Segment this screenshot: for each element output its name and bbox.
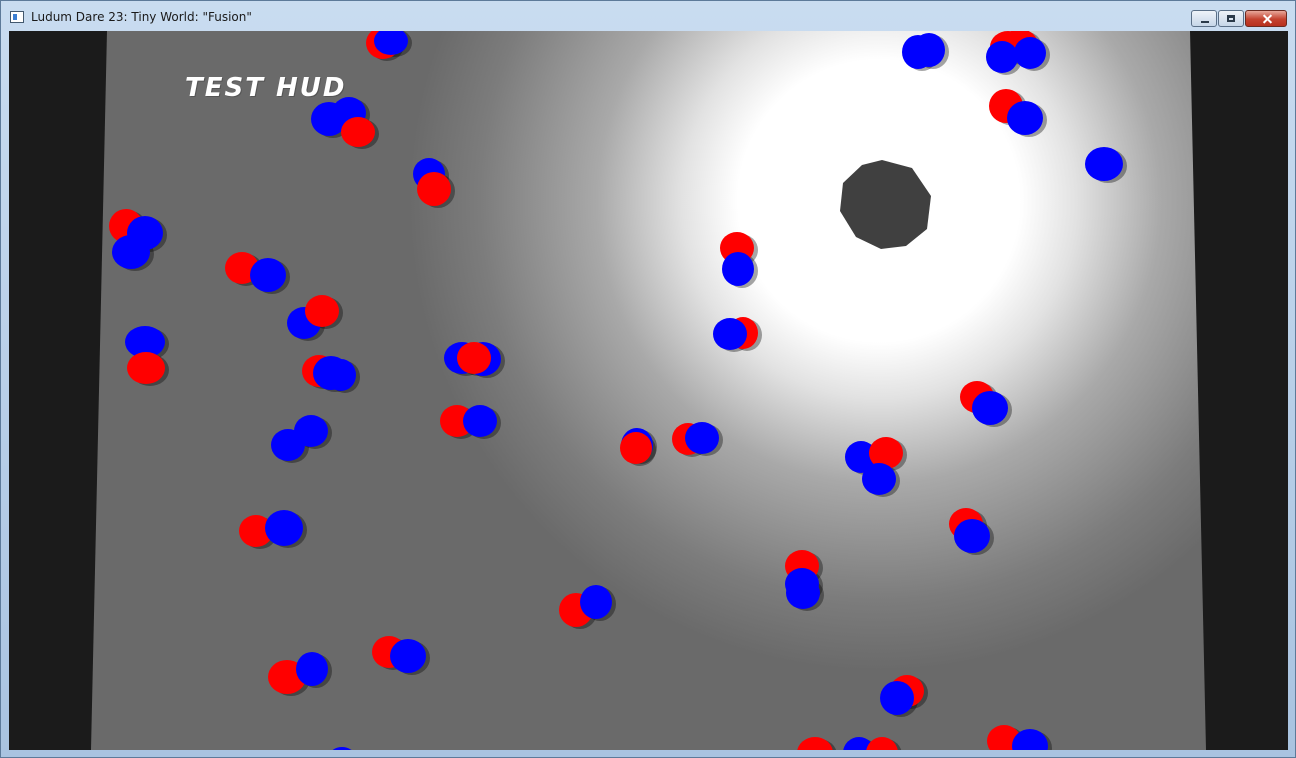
close-button[interactable] — [1245, 10, 1287, 27]
particle-blue — [1014, 37, 1046, 69]
window-controls — [1190, 10, 1287, 28]
particle-blue — [326, 359, 356, 391]
particle-blue — [1085, 147, 1123, 181]
window-title: Ludum Dare 23: Tiny World: "Fusion" — [31, 10, 252, 24]
maximize-button[interactable] — [1218, 10, 1244, 27]
particle-blue — [112, 235, 150, 269]
particle-red — [620, 432, 652, 464]
particle-blue — [580, 585, 612, 619]
particle-red — [417, 172, 451, 206]
particle-blue — [294, 415, 328, 447]
particle-blue — [880, 681, 914, 715]
particle-blue — [390, 639, 426, 673]
particle-red — [127, 352, 165, 384]
particle-blue — [722, 252, 754, 286]
title-bar[interactable]: Ludum Dare 23: Tiny World: "Fusion" — [1, 1, 1295, 31]
particle-blue — [972, 391, 1008, 425]
game-viewport[interactable]: TEST HUD — [9, 31, 1288, 750]
particle-blue — [250, 258, 286, 292]
particle-blue — [986, 41, 1018, 73]
floor-plane — [91, 31, 1206, 750]
particle-blue — [785, 568, 819, 600]
particle-blue — [296, 652, 328, 686]
game-scene — [91, 31, 1206, 750]
particle-blue — [913, 33, 945, 67]
particle-red — [457, 342, 491, 374]
particle-blue — [862, 463, 896, 495]
particle-red — [305, 295, 339, 327]
particle-blue — [685, 422, 719, 454]
particle-red — [341, 117, 375, 147]
game-window: Ludum Dare 23: Tiny World: "Fusion" TEST… — [0, 0, 1296, 758]
particle-blue — [954, 519, 990, 553]
particle-blue — [265, 510, 303, 546]
minimize-button[interactable] — [1191, 10, 1217, 27]
app-window-icon — [10, 11, 24, 23]
particle-blue — [713, 318, 747, 350]
particle-blue — [1007, 101, 1043, 135]
particle-blue — [463, 405, 497, 437]
test-hud: TEST HUD — [185, 73, 347, 103]
